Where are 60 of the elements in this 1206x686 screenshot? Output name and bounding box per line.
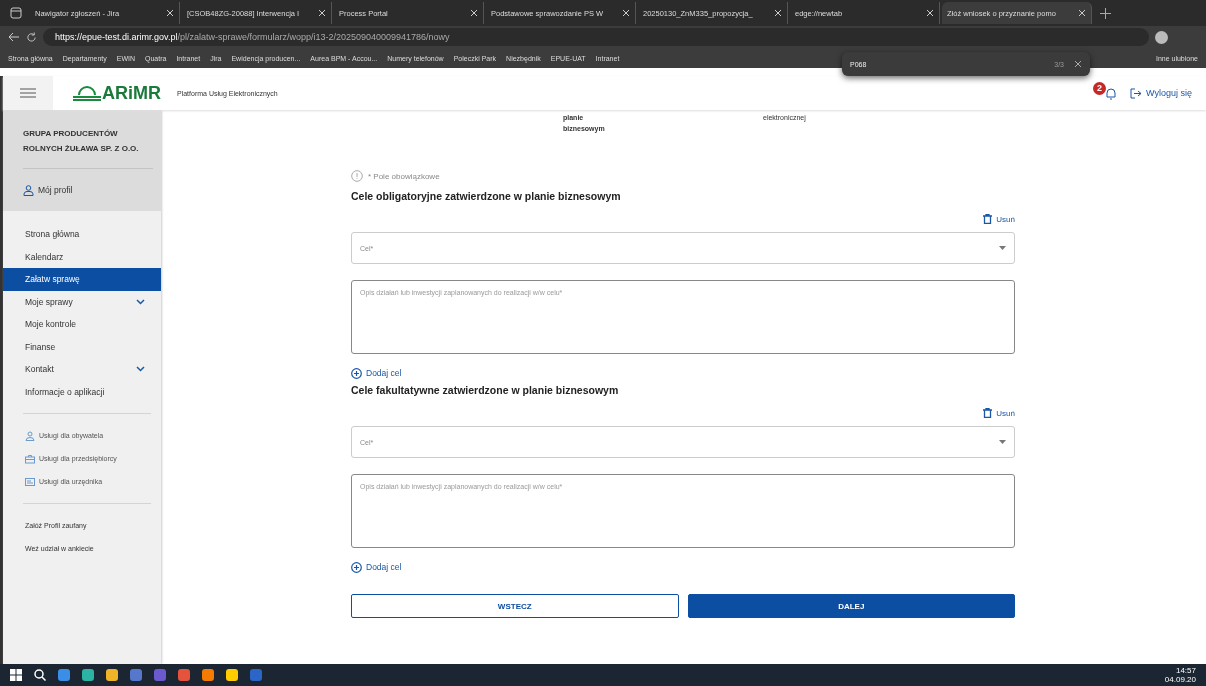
close-icon[interactable] [1074, 60, 1082, 68]
info-icon [351, 170, 363, 182]
search-icon[interactable] [34, 669, 46, 681]
profile-link[interactable]: Mój profil [23, 169, 153, 211]
clock-time: 14:57 [1174, 666, 1196, 675]
add-goal-link[interactable]: Dodaj cel [351, 560, 1015, 574]
taskbar-app-icon[interactable] [106, 669, 118, 681]
plus-circle-icon [351, 561, 362, 573]
sidebar-item[interactable]: Załatw sprawę [3, 268, 161, 291]
reload-icon[interactable] [26, 31, 37, 43]
close-icon[interactable] [1078, 9, 1086, 17]
plus-circle-icon [351, 367, 362, 379]
close-icon[interactable] [622, 9, 630, 17]
organization-name: GRUPA PRODUCENTÓW ROLNYCH ŻUŁAWA SP. Z O.O. [23, 110, 153, 169]
sidebar-item[interactable]: Strona główna [3, 223, 161, 246]
logo: ARiMR [73, 82, 161, 104]
remove-link[interactable]: Usuń [983, 408, 1015, 418]
required-note: * Pole obowiązkowe [368, 171, 440, 181]
close-icon[interactable] [774, 9, 782, 17]
sidebar-item[interactable]: Finanse [3, 335, 161, 358]
close-icon[interactable] [166, 9, 174, 17]
trash-icon [983, 408, 993, 418]
id-card-icon [25, 476, 35, 487]
next-button[interactable]: DALEJ [687, 594, 1015, 618]
close-icon[interactable] [470, 9, 478, 17]
person-icon [23, 184, 34, 196]
add-goal-link[interactable]: Dodaj cel [351, 366, 1015, 380]
start-icon[interactable] [10, 669, 22, 681]
arch-icon [73, 85, 101, 101]
sidebar-item[interactable]: Moje kontrole [3, 313, 161, 336]
taskbar-app-icon[interactable] [82, 669, 94, 681]
taskbar-app-icon[interactable] [58, 669, 70, 681]
logout-icon [1130, 87, 1143, 99]
back-arrow-icon[interactable] [8, 32, 20, 42]
chevron-down-icon [136, 366, 145, 373]
sidebar-item[interactable]: Kalendarz [3, 245, 161, 268]
taskbar-app-icon[interactable] [226, 669, 238, 681]
sidebar-item[interactable]: Informacje o aplikacji [3, 380, 161, 403]
remove-link[interactable]: Usuń [983, 214, 1015, 224]
section-title: Cele fakultatywne zatwierdzone w planie biznesowym [351, 384, 620, 398]
taskbar-app-icon[interactable] [178, 669, 190, 681]
dropdown-arrow-icon [999, 440, 1006, 444]
profile-avatar-icon[interactable] [1155, 30, 1168, 44]
sidebar-item[interactable]: Moje sprawy [3, 290, 161, 313]
close-icon[interactable] [926, 9, 934, 17]
chevron-down-icon [136, 298, 145, 305]
close-icon[interactable] [318, 9, 326, 17]
address-field[interactable]: https://epue-test.di.arimr.gov.pl/pl/zalatw-sprawe/formularz/wopp/i13-2/202509040009941786/nowy [43, 28, 1149, 46]
back-button[interactable]: WSTECZ [351, 594, 679, 618]
person-icon [25, 430, 35, 441]
logout-link[interactable]: Wyloguj się [1130, 87, 1192, 99]
notification-bell-icon[interactable] [1105, 86, 1118, 100]
section-title: Cele obligatoryjne zatwierdzone w planie biznesowym [351, 190, 622, 204]
notification-badge: 2 [1093, 81, 1107, 95]
clock-date: 04.09.20 [1164, 675, 1196, 684]
dropdown-arrow-icon [999, 246, 1006, 250]
trash-icon [983, 214, 993, 224]
taskbar-app-icon[interactable] [202, 669, 214, 681]
sidebar-item[interactable]: Kontakt [3, 358, 161, 381]
briefcase-icon [25, 453, 35, 464]
